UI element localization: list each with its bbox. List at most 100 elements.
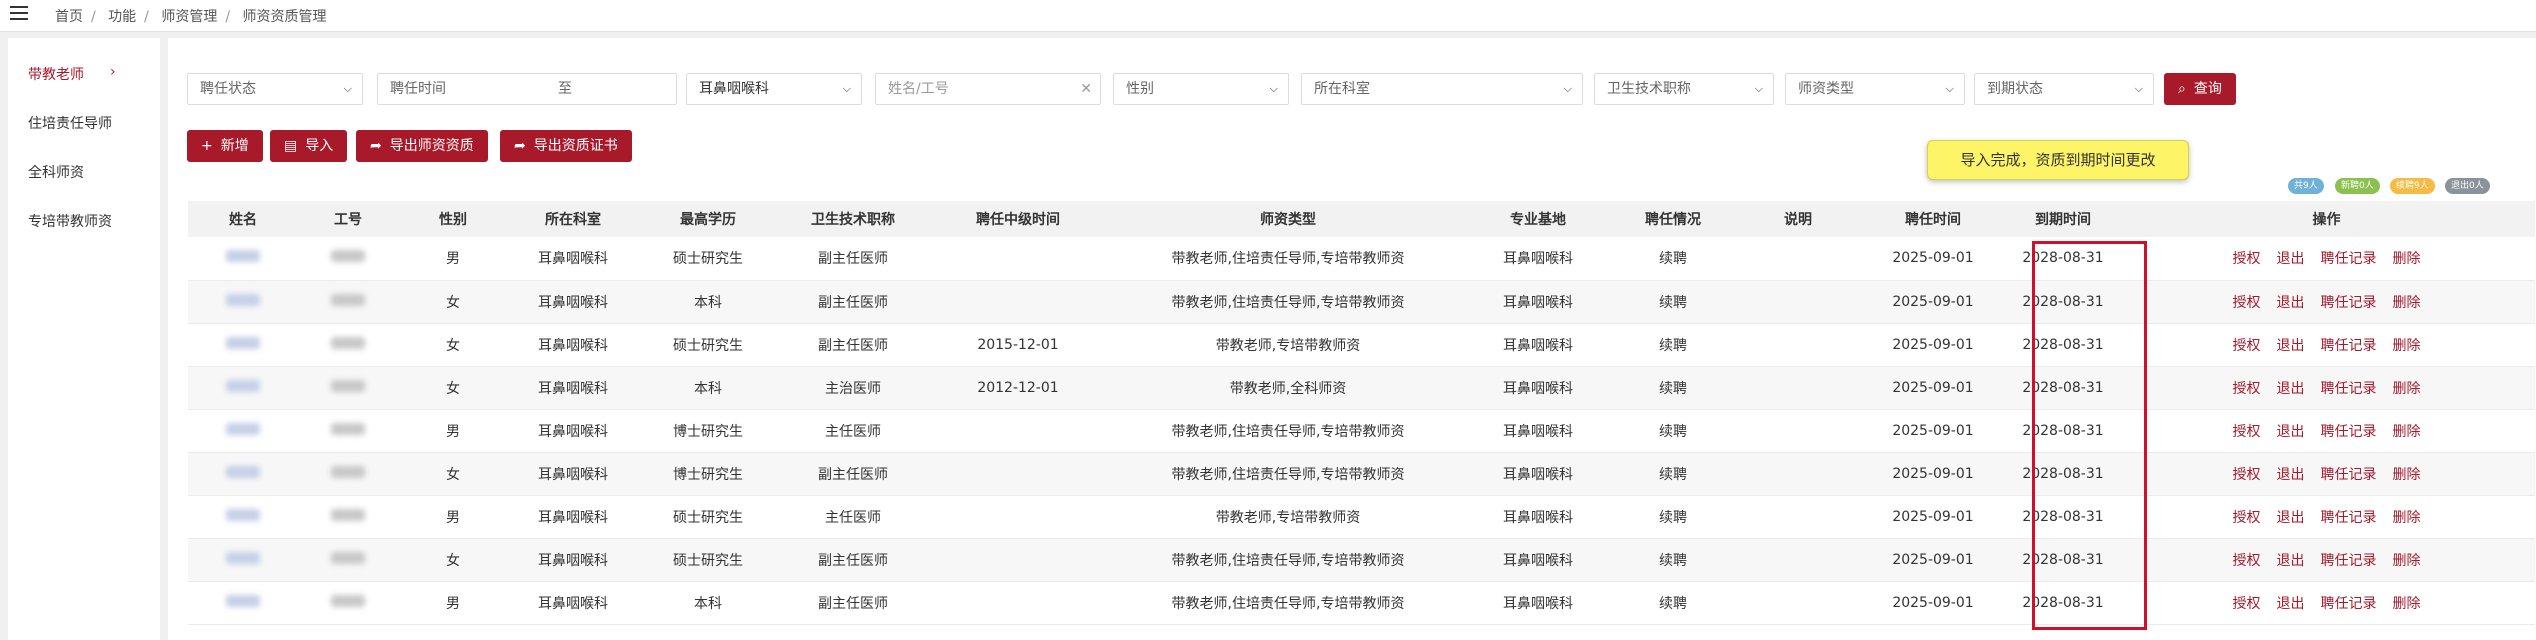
delete-link[interactable]: 删除 — [2393, 510, 2421, 526]
exit-link[interactable]: 退出 — [2277, 596, 2305, 612]
exit-link[interactable]: 退出 — [2277, 381, 2305, 397]
delete-link[interactable]: 删除 — [2393, 295, 2421, 311]
chevron-down-icon: ⌵ — [1754, 82, 1763, 95]
start-cell: 2025-09-01 — [1858, 366, 2008, 410]
department-select[interactable]: 耳鼻咽喉科 ⌵ — [686, 73, 862, 105]
note-cell — [1738, 237, 1858, 281]
ops-cell: 授权 退出 聘任记录 删除 — [2118, 409, 2535, 453]
gender-select[interactable]: 性别 ⌵ — [1113, 73, 1289, 105]
exit-link[interactable]: 退出 — [2277, 467, 2305, 483]
sidebar-item-resident-tutor[interactable]: 住培责任导师 — [28, 113, 112, 133]
authorize-link[interactable]: 授权 — [2233, 295, 2261, 311]
ops-cell: 授权 退出 聘任记录 删除 — [2118, 323, 2535, 367]
authorize-link[interactable]: 授权 — [2233, 381, 2261, 397]
appoint-status-select[interactable]: 聘任状态 ⌵ — [187, 73, 363, 105]
authorize-link[interactable]: 授权 — [2233, 338, 2261, 354]
authorize-link[interactable]: 授权 — [2233, 510, 2261, 526]
share-icon: ➦ — [370, 138, 382, 154]
exit-link[interactable]: 退出 — [2277, 295, 2305, 311]
redacted-id — [331, 293, 365, 306]
authorize-link[interactable]: 授权 — [2233, 424, 2261, 440]
sidebar-item-specialist-teacher[interactable]: 专培带教师资 — [28, 211, 112, 231]
title-select[interactable]: 卫生技术职称 ⌵ — [1594, 73, 1774, 105]
breadcrumb-home[interactable]: 首页 — [55, 9, 83, 25]
exit-link[interactable]: 退出 — [2277, 553, 2305, 569]
toast-message: 导入完成，资质到期时间更改 — [1927, 140, 2189, 180]
dept-cell: 耳鼻咽喉科 — [508, 452, 638, 496]
appoint-record-link[interactable]: 聘任记录 — [2321, 251, 2377, 267]
sidebar-item-general-teacher[interactable]: 全科师资 — [28, 162, 84, 182]
appoint-record-link[interactable]: 聘任记录 — [2321, 295, 2377, 311]
authorize-link[interactable]: 授权 — [2233, 467, 2261, 483]
type-cell: 带教老师,住培责任导师,专培带教师资 — [1108, 581, 1468, 625]
appoint-record-link[interactable]: 聘任记录 — [2321, 510, 2377, 526]
search-button[interactable]: ⌕ 查询 — [2164, 73, 2236, 105]
delete-link[interactable]: 删除 — [2393, 338, 2421, 354]
breadcrumb: 首页 / 功能 / 师资管理 / 师资资质管理 — [55, 9, 327, 25]
import-label: 导入 — [305, 138, 334, 154]
appoint-record-link[interactable]: 聘任记录 — [2321, 553, 2377, 569]
table-header-row: 姓名 工号 性别 所在科室 最高学历 卫生技术职称 聘任中级时间 师资类型 专业… — [188, 201, 2535, 237]
title-cell: 副主任医师 — [778, 538, 928, 582]
add-button[interactable]: + 新增 — [187, 130, 263, 162]
title-cell: 主治医师 — [778, 366, 928, 410]
authorize-link[interactable]: 授权 — [2233, 596, 2261, 612]
appoint-record-link[interactable]: 聘任记录 — [2321, 467, 2377, 483]
expire-status-select[interactable]: 到期状态 ⌵ — [1974, 73, 2154, 105]
ops-cell: 授权 退出 聘任记录 删除 — [2118, 452, 2535, 496]
name-cell — [188, 409, 298, 453]
start-cell: 2025-09-01 — [1858, 581, 2008, 625]
ops-cell: 授权 退出 聘任记录 删除 — [2118, 495, 2535, 539]
name-search-input[interactable]: 姓名/工号 ✕ — [875, 73, 1101, 105]
export-cert-button[interactable]: ➦ 导出资质证书 — [500, 130, 632, 162]
authorize-link[interactable]: 授权 — [2233, 553, 2261, 569]
department-value: 耳鼻咽喉科 — [699, 81, 769, 97]
import-button[interactable]: ▤ 导入 — [270, 130, 348, 162]
note-cell — [1738, 538, 1858, 582]
authorize-link[interactable]: 授权 — [2233, 251, 2261, 267]
breadcrumb-function[interactable]: 功能 — [108, 9, 136, 25]
title-cell: 副主任医师 — [778, 237, 928, 281]
gender-value: 性别 — [1126, 81, 1154, 97]
export-teachers-button[interactable]: ➦ 导出师资资质 — [356, 130, 488, 162]
teacher-type-select[interactable]: 师资类型 ⌵ — [1785, 73, 1965, 105]
name-cell — [188, 366, 298, 410]
breadcrumb-teacher-management[interactable]: 师资管理 — [161, 9, 217, 25]
gender-cell: 女 — [398, 280, 508, 324]
note-cell — [1738, 323, 1858, 367]
appoint-record-link[interactable]: 聘任记录 — [2321, 381, 2377, 397]
delete-link[interactable]: 删除 — [2393, 251, 2421, 267]
table-row: 男耳鼻咽喉科 本科 副主任医师 带教老师,住培责任导师,专培带教师资 耳鼻咽喉科 续聘 20… — [188, 581, 2535, 625]
table-row: 女耳鼻咽喉科 硕士研究生 副主任医师 带教老师,住培责任导师,专培带教师资 耳鼻咽喉科续… — [188, 538, 2535, 582]
redacted-name — [226, 594, 260, 607]
note-cell — [1738, 452, 1858, 496]
appoint-record-link[interactable]: 聘任记录 — [2321, 424, 2377, 440]
clear-icon[interactable]: ✕ — [1080, 74, 1092, 104]
title-cell: 主任医师 — [778, 495, 928, 539]
delete-link[interactable]: 删除 — [2393, 596, 2421, 612]
delete-link[interactable]: 删除 — [2393, 467, 2421, 483]
menu-icon[interactable] — [10, 6, 28, 22]
col-note: 说明 — [1738, 201, 1858, 237]
note-cell — [1738, 495, 1858, 539]
exit-link[interactable]: 退出 — [2277, 338, 2305, 354]
delete-link[interactable]: 删除 — [2393, 424, 2421, 440]
appoint-record-link[interactable]: 聘任记录 — [2321, 338, 2377, 354]
section-select[interactable]: 所在科室 ⌵ — [1301, 73, 1583, 105]
sidebar-item-teaching-teacher[interactable]: 带教老师 › — [28, 64, 116, 84]
status-cell: 续聘 — [1608, 366, 1738, 410]
delete-link[interactable]: 删除 — [2393, 381, 2421, 397]
appoint-time-range[interactable]: 聘任时间 至 — [377, 73, 677, 105]
type-cell: 带教老师,住培责任导师,专培带教师资 — [1108, 237, 1468, 281]
appoint-record-link[interactable]: 聘任记录 — [2321, 596, 2377, 612]
note-cell — [1738, 581, 1858, 625]
share-icon: ➦ — [514, 138, 526, 154]
plus-icon: + — [201, 138, 213, 154]
delete-link[interactable]: 删除 — [2393, 553, 2421, 569]
exit-link[interactable]: 退出 — [2277, 251, 2305, 267]
add-label: 新增 — [220, 138, 249, 154]
exit-link[interactable]: 退出 — [2277, 510, 2305, 526]
table-row: 女耳鼻咽喉科 本科 副主任医师 带教老师,住培责任导师,专培带教师资 耳鼻咽喉科 续聘 20… — [188, 280, 2535, 324]
col-title: 卫生技术职称 — [778, 201, 928, 237]
exit-link[interactable]: 退出 — [2277, 424, 2305, 440]
